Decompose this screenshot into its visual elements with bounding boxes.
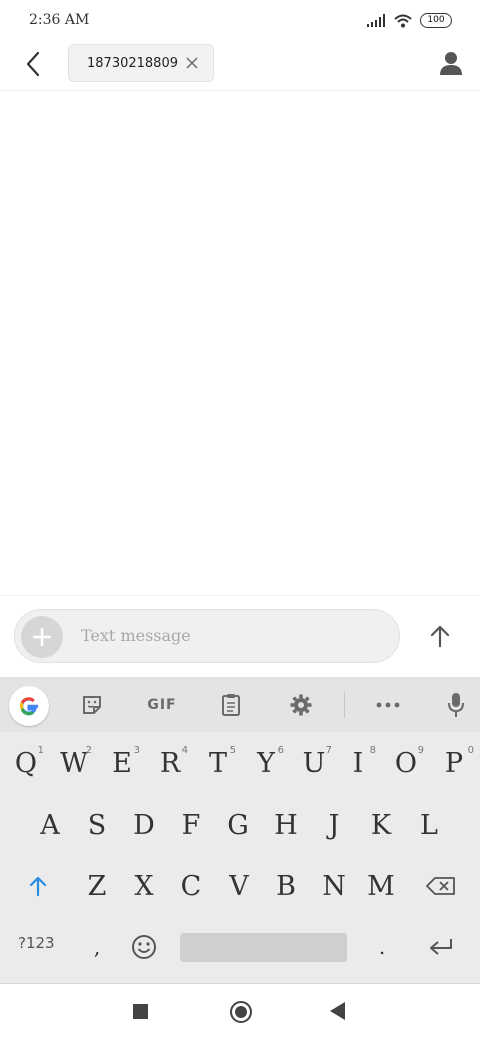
key-l[interactable]: L <box>405 800 453 850</box>
key-a[interactable]: A <box>26 800 74 850</box>
recipient-number: 18730218809 <box>87 55 178 71</box>
status-time: 2:36 AM <box>29 12 90 28</box>
key-c[interactable]: C <box>167 861 215 911</box>
wifi-icon <box>394 14 412 27</box>
key-w[interactable]: W2 <box>50 738 98 788</box>
key-r[interactable]: R4 <box>146 738 194 788</box>
key-x[interactable]: X <box>120 861 168 911</box>
settings-button[interactable] <box>287 691 315 719</box>
google-icon <box>20 697 38 716</box>
key-p[interactable]: P0 <box>430 738 478 788</box>
key-y[interactable]: Y6 <box>242 738 290 788</box>
comma-key[interactable]: , <box>73 922 121 972</box>
compose-divider <box>0 595 480 596</box>
key-i[interactable]: I8 <box>334 738 382 788</box>
key-q[interactable]: Q1 <box>2 738 50 788</box>
symbols-key[interactable]: ?123 <box>18 934 55 952</box>
more-button[interactable] <box>374 691 402 719</box>
backspace-icon <box>426 877 455 895</box>
contact-icon[interactable] <box>438 50 464 76</box>
key-s[interactable]: S <box>73 800 121 850</box>
recipient-chip[interactable]: 18730218809 <box>68 44 214 82</box>
key-n[interactable]: N <box>310 861 358 911</box>
clipboard-icon <box>222 694 240 716</box>
key-k[interactable]: K <box>357 800 405 850</box>
microphone-icon <box>448 693 464 717</box>
key-d[interactable]: D <box>120 800 168 850</box>
close-icon[interactable] <box>185 56 199 70</box>
shift-key[interactable] <box>14 861 62 911</box>
enter-icon <box>430 939 452 955</box>
recents-button[interactable] <box>133 1004 148 1019</box>
google-button[interactable] <box>9 686 49 726</box>
key-v[interactable]: V <box>215 861 263 911</box>
sticker-button[interactable] <box>78 691 106 719</box>
key-h[interactable]: H <box>262 800 310 850</box>
send-arrow-icon[interactable] <box>426 622 454 650</box>
add-attachment-button[interactable] <box>21 616 63 658</box>
nav-divider <box>0 983 480 984</box>
key-b[interactable]: B <box>262 861 310 911</box>
shift-arrow-icon <box>29 876 47 897</box>
toolbar-divider <box>344 691 345 718</box>
plus-icon <box>32 627 52 647</box>
status-icons: 100 <box>366 13 452 28</box>
key-t[interactable]: T5 <box>194 738 242 788</box>
voice-input-button[interactable] <box>442 691 470 719</box>
message-placeholder: Text message <box>81 626 191 645</box>
back-arrow-icon[interactable] <box>22 50 46 78</box>
key-z[interactable]: Z <box>73 861 121 911</box>
home-button[interactable] <box>230 1001 252 1023</box>
period-key[interactable]: . <box>358 922 406 972</box>
backspace-key[interactable] <box>417 861 465 911</box>
gear-icon <box>290 694 312 716</box>
message-input[interactable]: Text message <box>14 609 400 663</box>
enter-key[interactable] <box>417 922 465 972</box>
space-key[interactable] <box>180 933 347 962</box>
clipboard-button[interactable] <box>217 691 245 719</box>
battery-icon: 100 <box>420 13 452 28</box>
nav-back-button[interactable] <box>330 1002 345 1020</box>
key-j[interactable]: J <box>310 800 358 850</box>
signal-icon <box>367 13 385 27</box>
key-g[interactable]: G <box>214 800 262 850</box>
gif-button[interactable]: GIF <box>146 691 178 719</box>
emoji-key[interactable] <box>120 922 168 972</box>
keyboard: GIF Q 1 W 2 E 3 R 4 T 5 Y 6 U 7 I 8 O 9 … <box>0 677 480 983</box>
sticker-icon <box>83 696 101 714</box>
key-m[interactable]: M <box>357 861 405 911</box>
emoji-icon <box>132 935 156 959</box>
more-dots-icon <box>376 702 400 708</box>
key-u[interactable]: U7 <box>290 738 338 788</box>
message-list <box>0 91 480 595</box>
key-e[interactable]: E3 <box>98 738 146 788</box>
key-f[interactable]: F <box>167 800 215 850</box>
keyboard-toolbar: GIF <box>0 677 480 732</box>
key-o[interactable]: O9 <box>382 738 430 788</box>
